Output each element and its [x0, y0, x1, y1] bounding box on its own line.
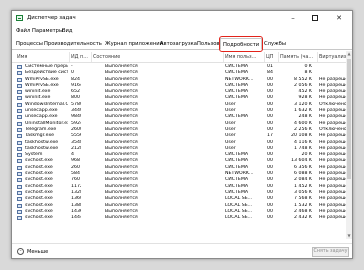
- fewer-details-link[interactable]: Меньше: [27, 249, 48, 255]
- column-memory[interactable]: Память (ча...: [280, 54, 316, 60]
- column-divider[interactable]: [278, 52, 279, 62]
- close-button[interactable]: ✕: [330, 11, 348, 26]
- window-title: Диспетчер задач: [27, 15, 76, 21]
- process-icon: [17, 197, 22, 202]
- process-icon: [17, 102, 22, 107]
- tab-startup[interactable]: Автозагрузка: [160, 41, 197, 47]
- tab-processes[interactable]: Процессы: [16, 41, 43, 47]
- menu-file[interactable]: Файл: [16, 28, 30, 34]
- column-divider[interactable]: [223, 52, 224, 62]
- process-icon: [17, 65, 22, 69]
- menu-view[interactable]: Вид: [62, 28, 73, 34]
- process-icon: [17, 140, 22, 145]
- end-task-button[interactable]: Снять задачу: [312, 247, 349, 257]
- column-divider[interactable]: [264, 52, 265, 62]
- column-user[interactable]: Имя польз...: [225, 54, 263, 60]
- cell-pid: 1444: [71, 215, 81, 221]
- scrollbar-thumb[interactable]: [347, 59, 351, 179]
- process-icon: [17, 216, 22, 221]
- column-virtualization[interactable]: Виртуализация...: [319, 54, 346, 60]
- tab-app-history[interactable]: Журнал приложений: [105, 41, 163, 47]
- title-bar: Диспетчер задач – ✕: [12, 11, 352, 26]
- cell-cpu: 00: [267, 215, 273, 221]
- column-header-row: Имя ИД п... Состояние Имя польз... ЦП Па…: [12, 51, 346, 63]
- minimize-button[interactable]: –: [284, 11, 302, 26]
- cell-name: svchost.exe: [25, 215, 53, 221]
- scroll-up-icon[interactable]: ▲: [346, 51, 352, 57]
- menu-bar: Файл Параметры Вид: [12, 27, 352, 36]
- column-pid[interactable]: ИД п...: [71, 54, 91, 60]
- column-cpu[interactable]: ЦП: [266, 54, 278, 60]
- task-manager-icon: [16, 15, 23, 21]
- tab-services[interactable]: Службы: [264, 41, 286, 47]
- tab-performance[interactable]: Производительность: [44, 41, 102, 47]
- column-status[interactable]: Состояние: [93, 54, 143, 60]
- process-icon: [17, 134, 22, 139]
- process-icon: [17, 190, 22, 195]
- footer-bar: ⌃ Меньше Снять задачу: [12, 243, 352, 259]
- details-tab-highlight: [219, 36, 263, 52]
- process-icon: [17, 153, 22, 158]
- process-icon: [17, 209, 22, 214]
- process-icon: [17, 115, 22, 120]
- menu-options[interactable]: Параметры: [32, 28, 63, 34]
- process-icon: [17, 77, 22, 82]
- column-divider[interactable]: [91, 52, 92, 62]
- task-manager-window: Диспетчер задач – ✕ Файл Параметры Вид П…: [11, 10, 353, 259]
- process-list: Системные прерыв...-ВыполняетсяСИСТЕМА01…: [12, 64, 346, 238]
- process-icon: [17, 165, 22, 170]
- column-name[interactable]: Имя: [17, 54, 57, 60]
- process-icon: [17, 71, 22, 76]
- cell-status: Выполняется: [105, 215, 138, 221]
- process-icon: [17, 159, 22, 164]
- column-divider[interactable]: [317, 52, 318, 62]
- maximize-button[interactable]: [306, 11, 324, 26]
- tab-strip: Процессы Производительность Журнал прило…: [12, 38, 352, 50]
- cell-user: LOCAL SE...: [225, 215, 253, 221]
- process-icon: [17, 127, 22, 132]
- scroll-down-icon[interactable]: ▼: [346, 233, 352, 239]
- process-icon: [17, 90, 22, 95]
- cell-memory: 2 432 K: [294, 215, 312, 221]
- chevron-up-icon[interactable]: ⌃: [17, 248, 24, 255]
- vertical-scrollbar[interactable]: ▲ ▼: [346, 51, 352, 239]
- process-icon: [17, 172, 22, 177]
- process-icon: [17, 184, 22, 189]
- process-icon: [17, 109, 22, 114]
- process-icon: [17, 83, 22, 88]
- process-icon: [17, 121, 22, 126]
- column-divider[interactable]: [69, 52, 70, 62]
- cell-virtualization: Не разрешено: [319, 215, 346, 221]
- process-icon: [17, 203, 22, 208]
- process-icon: [17, 146, 22, 151]
- tab-users[interactable]: Пользоват: [197, 41, 219, 47]
- table-row[interactable]: svchost.exe 1444 Выполняется LOCAL SE... 00 2…: [12, 215, 346, 221]
- process-icon: [17, 178, 22, 183]
- process-icon: [17, 96, 22, 101]
